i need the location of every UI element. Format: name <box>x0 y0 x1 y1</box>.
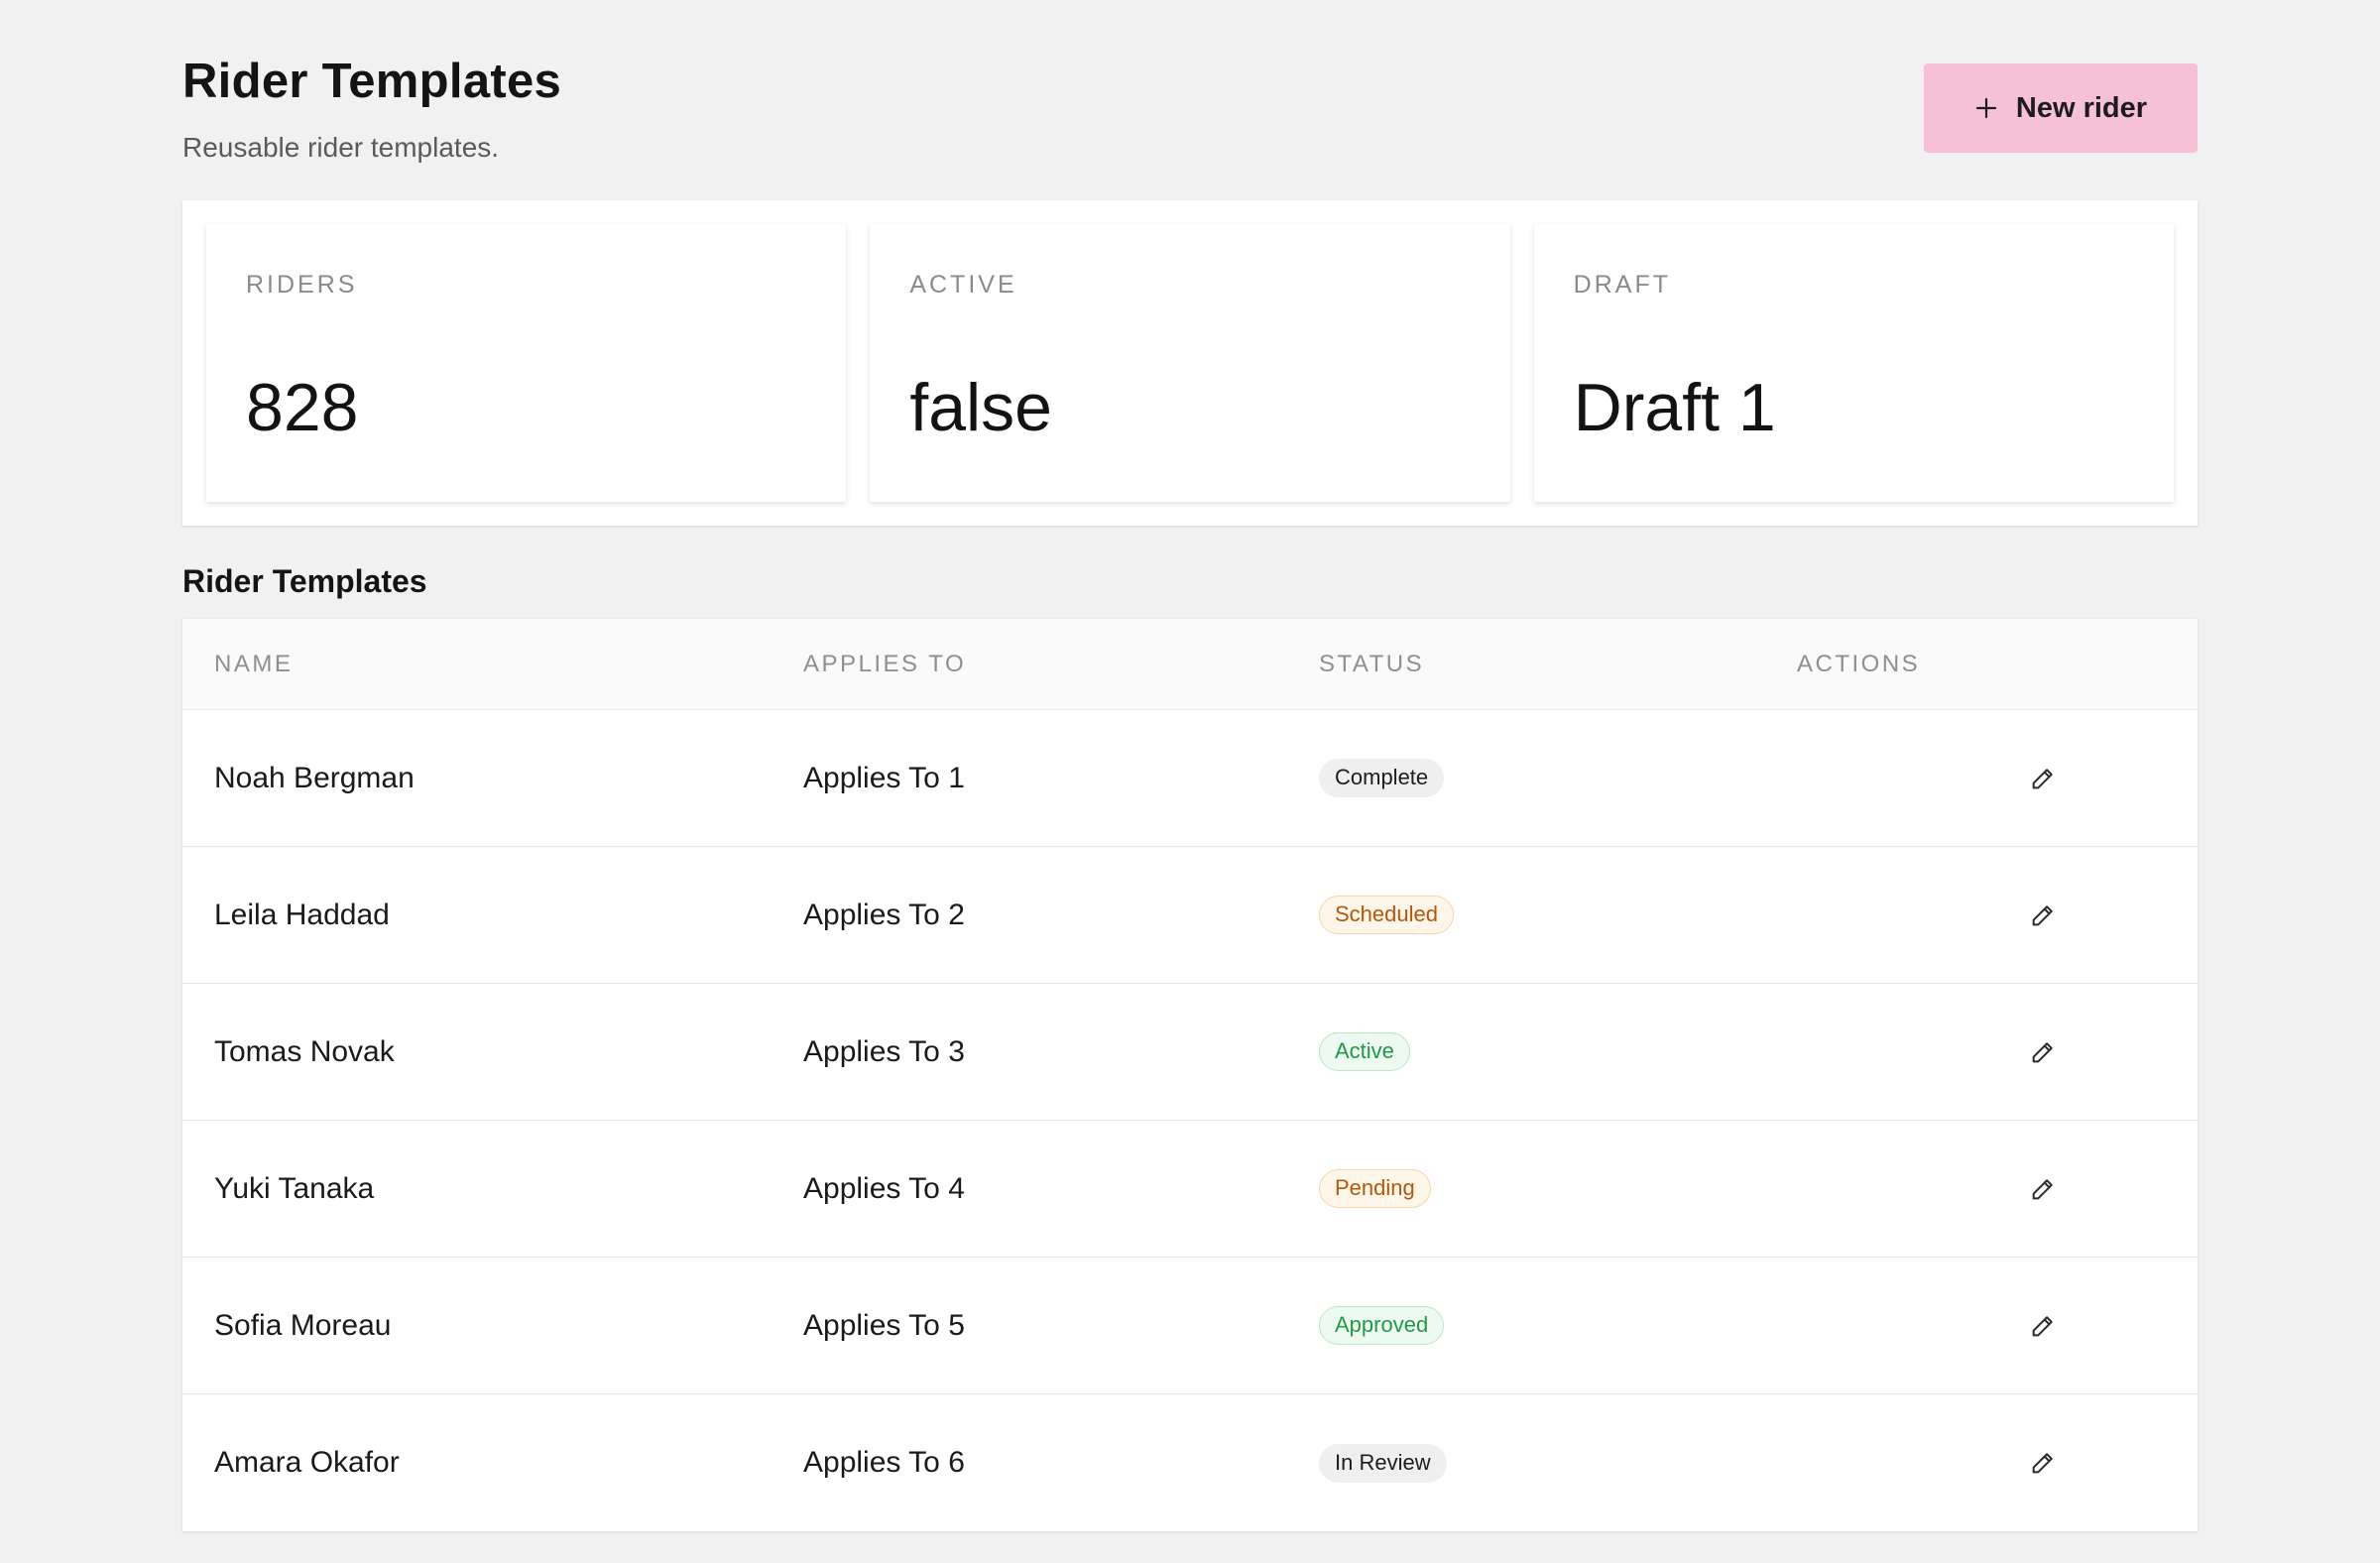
column-header-status[interactable]: STATUS <box>1319 651 1424 678</box>
pencil-icon <box>2032 1178 2053 1199</box>
column-header-name[interactable]: NAME <box>214 651 293 678</box>
stat-card-active: ACTIVE false <box>870 224 1510 502</box>
page-header: Rider Templates Reusable rider templates… <box>182 0 2198 200</box>
pencil-icon <box>2032 1041 2053 1062</box>
row-applies-to: Applies To 6 <box>803 1446 965 1479</box>
page-subtitle: Reusable rider templates. <box>182 132 500 163</box>
status-badge: Approved <box>1319 1306 1445 1345</box>
stat-label: ACTIVE <box>909 271 1017 299</box>
plus-icon <box>1975 97 1997 119</box>
row-applies-to: Applies To 1 <box>803 761 965 794</box>
status-cell: Scheduled <box>1319 896 1454 934</box>
status-cell: Active <box>1319 1032 1410 1071</box>
status-cell: Approved <box>1319 1306 1445 1345</box>
row-name: Sofia Moreau <box>214 1308 392 1342</box>
table-row[interactable]: Tomas Novak Applies To 3 Active <box>182 984 2198 1121</box>
status-cell: Complete <box>1319 759 1445 797</box>
new-rider-button[interactable]: New rider <box>1924 63 2198 153</box>
pencil-icon <box>2032 1453 2053 1474</box>
stat-value: 828 <box>246 370 359 445</box>
row-applies-to: Applies To 3 <box>803 1034 965 1068</box>
status-cell: In Review <box>1319 1443 1447 1483</box>
status-badge: Scheduled <box>1319 896 1454 934</box>
page-title: Rider Templates <box>182 55 562 108</box>
new-rider-button-label: New rider <box>2015 91 2148 124</box>
status-badge: Active <box>1319 1032 1410 1071</box>
table-row[interactable]: Sofia Moreau Applies To 5 Approved <box>182 1258 2198 1394</box>
stat-card-riders: RIDERS 828 <box>206 224 847 502</box>
column-header-actions: ACTIONS <box>1797 650 1921 677</box>
table-row[interactable]: Amara Okafor Applies To 6 In Review <box>182 1394 2198 1531</box>
status-badge: In Review <box>1319 1443 1447 1483</box>
stats-panel: RIDERS 828 ACTIVE false DRAFT Draft 1 <box>182 200 2198 526</box>
table-header: NAME APPLIES TO STATUS ACTIONS <box>182 619 2198 710</box>
stat-value: Draft 1 <box>1573 370 1776 445</box>
pencil-icon <box>2032 904 2053 925</box>
edit-button[interactable] <box>2025 898 2061 933</box>
page: Rider Templates Reusable rider templates… <box>0 0 2380 1563</box>
row-applies-to: Applies To 5 <box>803 1308 965 1342</box>
status-cell: Pending <box>1319 1169 1431 1208</box>
rider-templates-table: NAME APPLIES TO STATUS ACTIONS Noah Berg… <box>182 619 2198 1531</box>
edit-button[interactable] <box>2025 1171 2061 1207</box>
stat-value: false <box>909 370 1052 445</box>
row-name: Yuki Tanaka <box>214 1171 375 1205</box>
table-row[interactable]: Noah Bergman Applies To 1 Complete <box>182 710 2198 847</box>
section-title: Rider Templates <box>182 563 427 599</box>
edit-button[interactable] <box>2025 1308 2061 1344</box>
row-name: Noah Bergman <box>214 761 415 794</box>
edit-button[interactable] <box>2025 761 2061 796</box>
table-row[interactable]: Yuki Tanaka Applies To 4 Pending <box>182 1121 2198 1258</box>
stat-label: DRAFT <box>1573 271 1671 299</box>
edit-button[interactable] <box>2025 1034 2061 1070</box>
row-applies-to: Applies To 4 <box>803 1171 965 1205</box>
edit-button[interactable] <box>2025 1445 2061 1481</box>
column-header-applies-to[interactable]: APPLIES TO <box>803 651 966 678</box>
row-name: Leila Haddad <box>214 898 390 931</box>
pencil-icon <box>2032 768 2053 788</box>
status-badge: Complete <box>1319 759 1445 797</box>
row-applies-to: Applies To 2 <box>803 898 965 931</box>
pencil-icon <box>2032 1315 2053 1336</box>
stat-card-draft: DRAFT Draft 1 <box>1533 224 2174 502</box>
table-row[interactable]: Leila Haddad Applies To 2 Scheduled <box>182 847 2198 984</box>
row-name: Tomas Novak <box>214 1034 395 1068</box>
row-name: Amara Okafor <box>214 1446 400 1479</box>
status-badge: Pending <box>1319 1169 1431 1208</box>
stat-label: RIDERS <box>246 271 358 299</box>
